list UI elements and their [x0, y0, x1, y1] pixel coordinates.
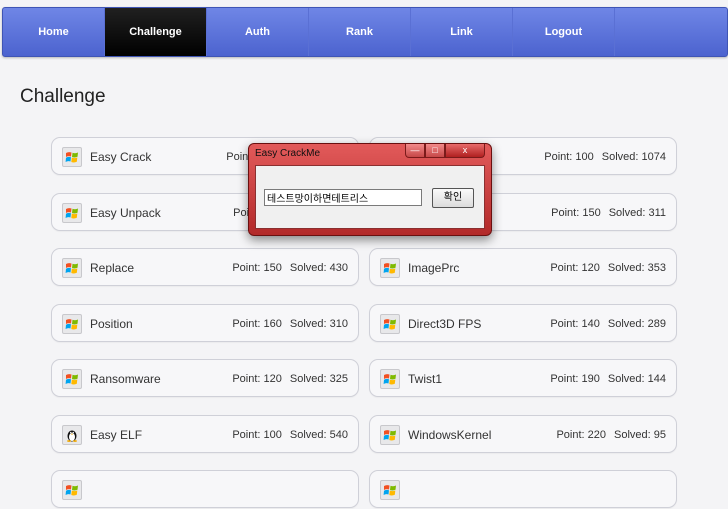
- page-title: Challenge: [20, 86, 106, 107]
- challenge-stats: Point: 160 Solved: 310: [232, 305, 348, 343]
- challenge-point: Point: 100: [232, 429, 282, 441]
- nav-home[interactable]: Home: [3, 8, 105, 56]
- challenge-solved: Solved: 540: [289, 429, 348, 441]
- challenge-point: Point: 120: [232, 373, 282, 385]
- nav-auth[interactable]: Auth: [207, 8, 309, 56]
- challenge-card[interactable]: ImagePrc Point: 120 Solved: 353: [369, 248, 677, 286]
- close-button[interactable]: x: [445, 144, 485, 158]
- challenge-card[interactable]: Easy ELF Point: 100 Solved: 540: [51, 415, 359, 453]
- challenge-card[interactable]: Replace Point: 150 Solved: 430: [51, 248, 359, 286]
- challenge-point: Point: 140: [550, 318, 600, 330]
- challenge-stats: [658, 471, 666, 509]
- nav-challenge[interactable]: Challenge: [105, 8, 207, 56]
- windows-icon: [380, 425, 400, 445]
- challenge-solved: Solved: 1074: [601, 151, 666, 163]
- challenge-solved: Solved: 311: [608, 207, 666, 219]
- challenge-point: Point: 150: [232, 262, 282, 274]
- challenge-solved: Solved: 95: [614, 429, 666, 441]
- challenge-point: Point: 150: [551, 207, 601, 219]
- challenge-card[interactable]: Direct3D FPS Point: 140 Solved: 289: [369, 304, 677, 342]
- challenge-stats: [340, 471, 348, 509]
- nav-link[interactable]: Link: [411, 8, 513, 56]
- dialog-title: Easy CrackMe: [255, 148, 321, 159]
- serial-input[interactable]: [264, 189, 422, 206]
- challenge-stats: Point: 150 Solved: 430: [232, 249, 348, 287]
- challenge-point: Point: 220: [556, 429, 607, 441]
- windows-icon: [380, 369, 400, 389]
- challenge-name: Ransomware: [90, 372, 161, 386]
- challenge-name: Position: [90, 317, 133, 331]
- windows-icon: [380, 480, 400, 500]
- linux-tux-icon: [62, 425, 82, 445]
- challenge-card[interactable]: Ransomware Point: 120 Solved: 325: [51, 359, 359, 397]
- windows-icon: [380, 258, 400, 278]
- nav-filler: [615, 8, 727, 56]
- challenge-stats: Point: 120 Solved: 325: [232, 360, 348, 398]
- ok-button[interactable]: 확인: [432, 188, 474, 208]
- windows-icon: [380, 314, 400, 334]
- windows-icon: [62, 314, 82, 334]
- challenge-stats: Point: 100 Solved: 1074: [544, 138, 666, 176]
- challenge-name: Direct3D FPS: [408, 317, 482, 331]
- nav-logout[interactable]: Logout: [513, 8, 615, 56]
- challenge-name: Easy Crack: [90, 150, 152, 164]
- challenge-point: Point: 100: [544, 151, 594, 163]
- challenge-card[interactable]: [369, 470, 677, 508]
- challenge-stats: Point: 140 Solved: 289: [550, 305, 666, 343]
- challenge-point: Point: 120: [550, 262, 600, 274]
- challenge-stats: Point: 100 Solved: 540: [232, 416, 348, 454]
- challenge-name: WindowsKernel: [408, 428, 492, 442]
- windows-icon: [62, 369, 82, 389]
- crackme-dialog: Easy CrackMe — □ x 확인: [248, 143, 492, 236]
- challenge-stats: Point: 190 Solved: 144: [550, 360, 666, 398]
- maximize-button[interactable]: □: [425, 144, 445, 158]
- challenge-point: Point: 160: [232, 318, 282, 330]
- challenge-stats: Point: 150 Solved: 311: [551, 194, 666, 232]
- challenge-point: Point: 190: [550, 373, 600, 385]
- challenge-name: Easy Unpack: [90, 206, 161, 220]
- windows-icon: [62, 480, 82, 500]
- challenge-card[interactable]: WindowsKernel Point: 220 Solved: 95: [369, 415, 677, 453]
- minimize-button[interactable]: —: [405, 144, 425, 158]
- challenge-solved: Solved: 144: [607, 373, 666, 385]
- top-nav: Home Challenge Auth Rank Link Logout: [2, 7, 728, 57]
- nav-rank[interactable]: Rank: [309, 8, 411, 56]
- windows-icon: [62, 147, 82, 167]
- challenge-name: Twist1: [408, 372, 443, 386]
- challenge-solved: Solved: 430: [289, 262, 348, 274]
- challenge-name: ImagePrc: [408, 261, 460, 275]
- dialog-body: 확인: [255, 165, 485, 229]
- challenge-stats: Point: 220 Solved: 95: [556, 416, 666, 454]
- windows-icon: [62, 258, 82, 278]
- challenge-solved: Solved: 353: [607, 262, 666, 274]
- challenge-solved: Solved: 325: [289, 373, 348, 385]
- challenge-name: Easy ELF: [90, 428, 143, 442]
- challenge-card[interactable]: [51, 470, 359, 508]
- challenge-card[interactable]: Twist1 Point: 190 Solved: 144: [369, 359, 677, 397]
- challenge-solved: Solved: 310: [289, 318, 348, 330]
- windows-icon: [62, 203, 82, 223]
- challenge-solved: Solved: 289: [607, 318, 666, 330]
- window-controls: — □ x: [405, 144, 485, 160]
- challenge-stats: Point: 120 Solved: 353: [550, 249, 666, 287]
- challenge-card[interactable]: Position Point: 160 Solved: 310: [51, 304, 359, 342]
- challenge-name: Replace: [90, 261, 135, 275]
